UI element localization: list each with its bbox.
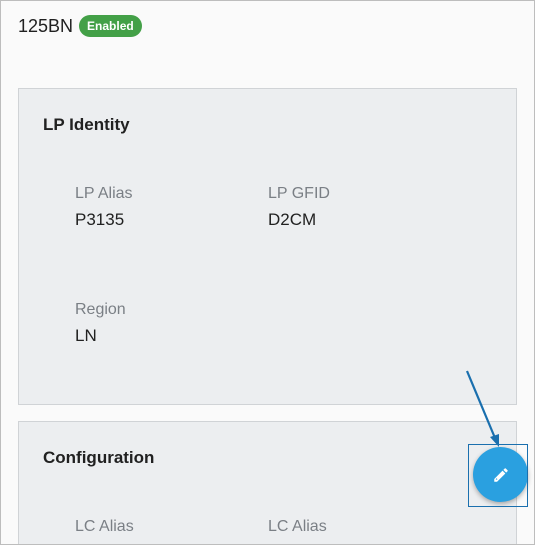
annotation-arrow	[465, 370, 499, 447]
detail-panel: 125BN Enabled LP Identity LP Alias P3135…	[0, 0, 535, 545]
